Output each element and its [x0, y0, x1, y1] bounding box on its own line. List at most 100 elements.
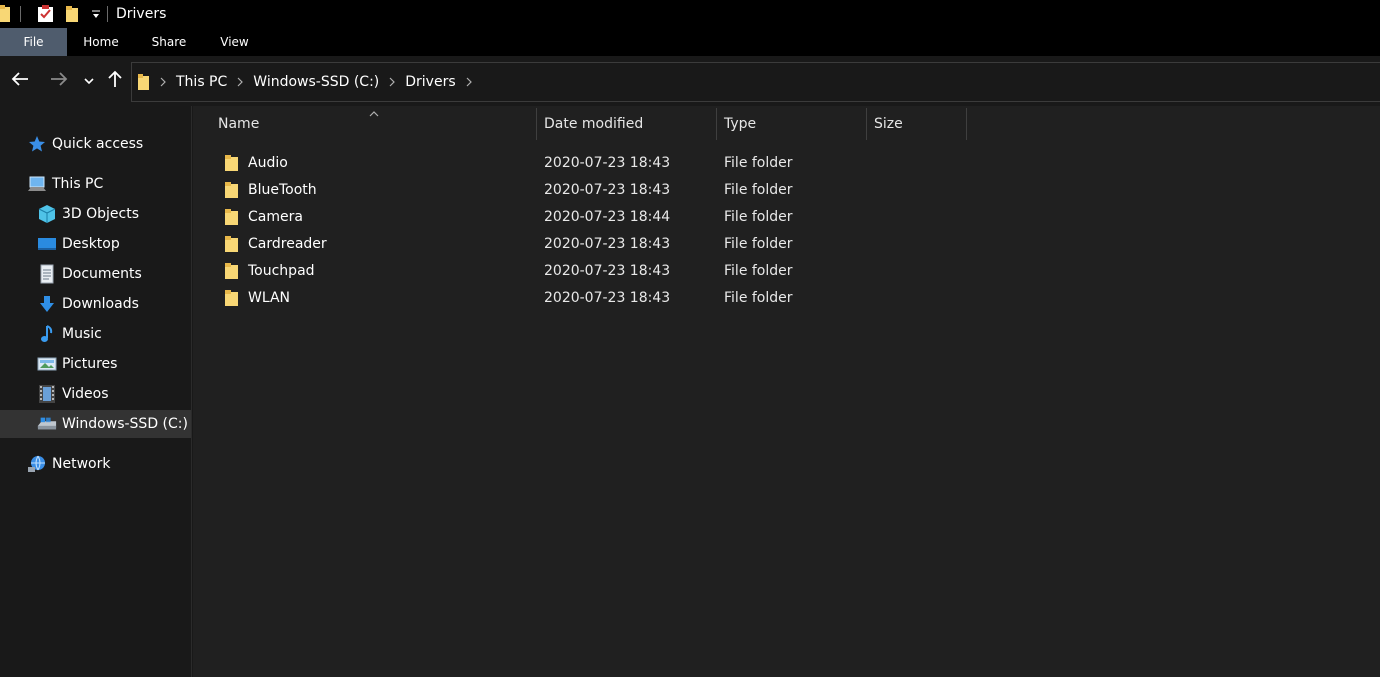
- file-name: Audio: [248, 154, 288, 171]
- breadcrumb-this-pc[interactable]: This PC: [176, 74, 227, 90]
- file-type: File folder: [724, 181, 793, 198]
- title-bar: Drivers: [0, 0, 1380, 28]
- recent-locations-button[interactable]: [78, 68, 100, 94]
- column-divider[interactable]: [536, 108, 537, 140]
- file-row[interactable]: Camera 2020-07-23 18:44 File folder: [213, 203, 973, 230]
- music-note-icon: [37, 324, 57, 344]
- file-name: WLAN: [248, 289, 291, 306]
- file-type: File folder: [724, 262, 793, 279]
- sidebar-item-pictures[interactable]: Pictures: [0, 350, 191, 378]
- film-icon: [37, 384, 57, 404]
- forward-button[interactable]: [47, 68, 71, 94]
- download-arrow-icon: [37, 294, 57, 314]
- chevron-right-icon[interactable]: [160, 77, 166, 87]
- computer-icon: [27, 174, 47, 194]
- sidebar-item-label: Quick access: [52, 136, 144, 152]
- breadcrumb-drive[interactable]: Windows-SSD (C:): [253, 74, 379, 90]
- column-divider[interactable]: [716, 108, 717, 140]
- sidebar-item-this-pc[interactable]: This PC: [0, 170, 191, 198]
- back-button[interactable]: [8, 68, 32, 94]
- sidebar-item-documents[interactable]: Documents: [0, 260, 191, 288]
- drive-icon: [37, 414, 57, 434]
- folder-icon[interactable]: [0, 5, 12, 23]
- chevron-right-icon[interactable]: [389, 77, 396, 87]
- sidebar-item-network[interactable]: Network: [0, 450, 191, 478]
- tab-file[interactable]: File: [0, 28, 67, 56]
- separator: [107, 6, 108, 22]
- file-row[interactable]: BlueTooth 2020-07-23 18:43 File folder: [213, 176, 973, 203]
- file-type: File folder: [724, 289, 793, 306]
- document-icon: [37, 264, 57, 284]
- folder-icon: [138, 74, 150, 90]
- new-folder-icon[interactable]: [65, 5, 81, 23]
- sidebar-item-desktop[interactable]: Desktop: [0, 230, 191, 258]
- customize-toolbar-icon[interactable]: [91, 8, 101, 20]
- sidebar-item-label: Documents: [62, 266, 142, 282]
- folder-icon: [225, 262, 239, 280]
- picture-icon: [37, 354, 57, 374]
- ribbon-tabs: File Home Share View: [0, 28, 1380, 56]
- sidebar-item-windows-ssd[interactable]: Windows-SSD (C:): [0, 410, 191, 438]
- sidebar-item-videos[interactable]: Videos: [0, 380, 191, 408]
- file-list-pane: Name Date modified Type Size Audio 2020-…: [193, 106, 1380, 677]
- folder-icon: [225, 181, 239, 199]
- tab-share[interactable]: Share: [135, 28, 203, 56]
- arrow-left-icon: [11, 72, 29, 90]
- file-row[interactable]: Audio 2020-07-23 18:43 File folder: [213, 149, 973, 176]
- sidebar-item-label: Pictures: [62, 356, 118, 372]
- sidebar-item-downloads[interactable]: Downloads: [0, 290, 191, 318]
- folder-icon: [225, 289, 239, 307]
- file-row[interactable]: WLAN 2020-07-23 18:43 File folder: [213, 284, 973, 311]
- sidebar-item-music[interactable]: Music: [0, 320, 191, 348]
- file-type: File folder: [724, 235, 793, 252]
- file-type: File folder: [724, 154, 793, 171]
- sidebar-item-label: Network: [52, 456, 111, 472]
- sidebar-item-3d-objects[interactable]: 3D Objects: [0, 200, 191, 228]
- folder-icon: [225, 208, 239, 226]
- breadcrumb-drivers[interactable]: Drivers: [405, 74, 455, 90]
- chevron-right-icon[interactable]: [466, 77, 472, 87]
- file-date: 2020-07-23 18:43: [544, 262, 671, 279]
- file-name: BlueTooth: [248, 181, 317, 198]
- column-divider[interactable]: [866, 108, 867, 140]
- up-button[interactable]: [103, 68, 127, 94]
- file-name: Touchpad: [248, 262, 315, 279]
- file-date: 2020-07-23 18:43: [544, 181, 671, 198]
- sidebar-item-label: Windows-SSD (C:): [62, 416, 188, 432]
- file-date: 2020-07-23 18:43: [544, 289, 671, 306]
- properties-icon[interactable]: [37, 5, 55, 23]
- arrow-up-icon: [108, 70, 122, 92]
- file-row[interactable]: Touchpad 2020-07-23 18:43 File folder: [213, 257, 973, 284]
- cube-icon: [37, 204, 57, 224]
- column-divider[interactable]: [966, 108, 967, 140]
- sidebar-item-label: Music: [62, 326, 102, 342]
- sidebar-item-label: Downloads: [62, 296, 139, 312]
- sidebar-item-label: 3D Objects: [62, 206, 140, 222]
- file-row[interactable]: Cardreader 2020-07-23 18:43 File folder: [213, 230, 973, 257]
- address-bar[interactable]: This PC Windows-SSD (C:) Drivers: [131, 62, 1380, 102]
- file-name: Cardreader: [248, 235, 327, 252]
- column-header-date-modified[interactable]: Date modified: [544, 108, 716, 140]
- file-date: 2020-07-23 18:43: [544, 235, 671, 252]
- star-icon: [27, 134, 47, 154]
- column-header-name[interactable]: Name: [218, 108, 536, 140]
- file-date: 2020-07-23 18:44: [544, 208, 671, 225]
- column-header-type[interactable]: Type: [724, 108, 866, 140]
- navigation-pane: Quick access This PC 3D Objects Desktop …: [0, 106, 192, 677]
- tab-home[interactable]: Home: [67, 28, 135, 56]
- file-name: Camera: [248, 208, 303, 225]
- arrow-right-icon: [50, 72, 68, 90]
- navigation-bar: This PC Windows-SSD (C:) Drivers: [0, 56, 1380, 106]
- chevron-down-icon: [84, 73, 94, 89]
- tab-view[interactable]: View: [203, 28, 266, 56]
- folder-icon: [225, 154, 239, 172]
- sidebar-item-label: This PC: [52, 176, 104, 192]
- separator: [20, 6, 21, 22]
- column-header-size[interactable]: Size: [874, 108, 966, 140]
- sidebar-item-label: Desktop: [62, 236, 120, 252]
- folder-icon: [225, 235, 239, 253]
- sidebar-item-quick-access[interactable]: Quick access: [0, 130, 191, 158]
- chevron-right-icon[interactable]: [237, 77, 244, 87]
- file-date: 2020-07-23 18:43: [544, 154, 671, 171]
- network-globe-icon: [27, 454, 47, 474]
